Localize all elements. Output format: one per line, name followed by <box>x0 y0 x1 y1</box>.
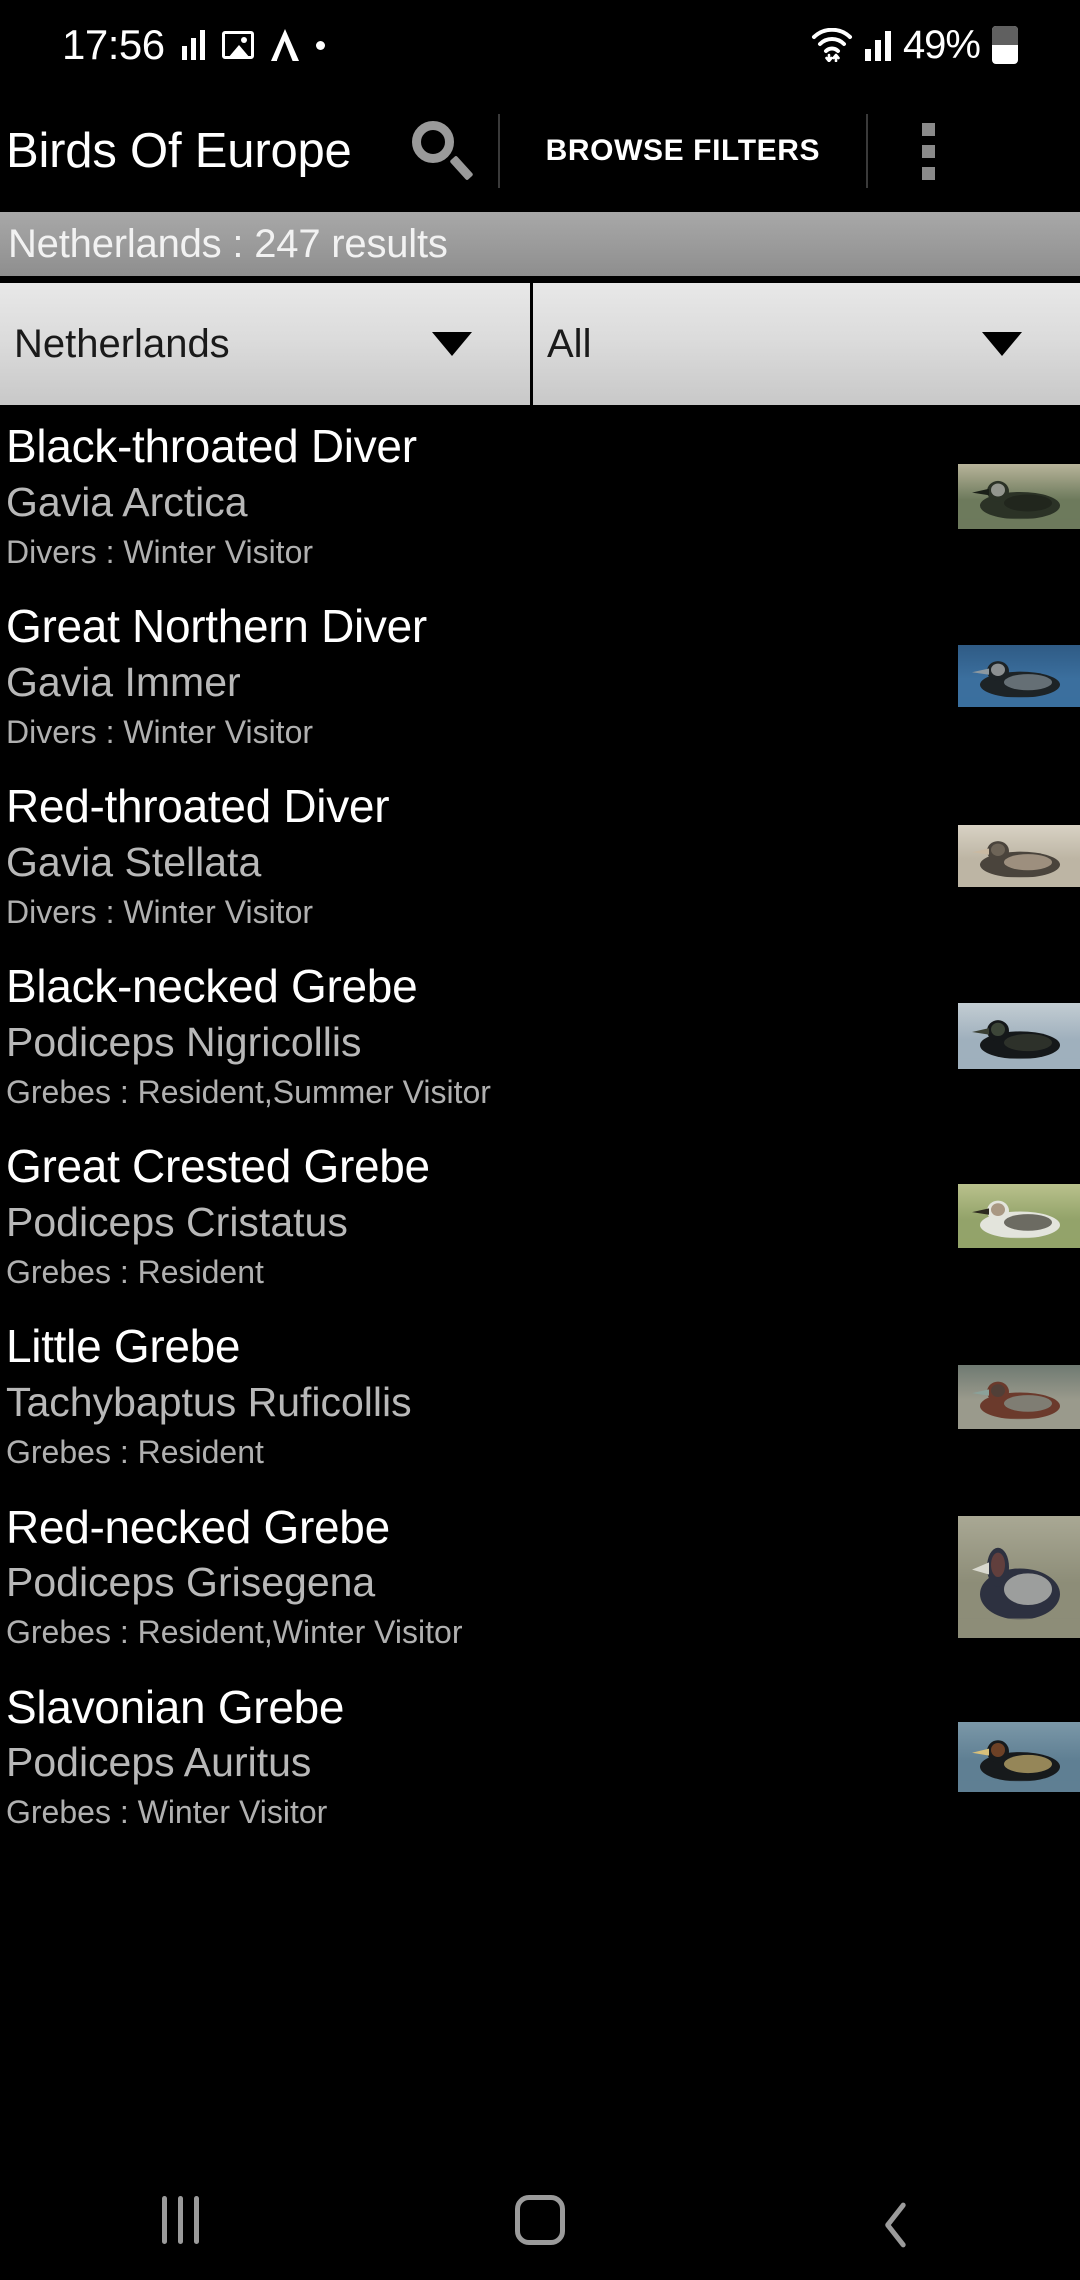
filter-row: Netherlands All <box>0 283 1080 405</box>
bird-family-status: Divers : Winter Visitor <box>6 533 314 570</box>
list-item[interactable]: Little Grebe Tachybaptus Ruficollis Grebes… <box>0 1305 1080 1485</box>
bird-family-status: Grebes : Resident,Summer Visitor <box>6 1073 491 1110</box>
photo-icon <box>221 31 254 59</box>
bird-common-name: Great Northern Diver <box>6 600 427 653</box>
bird-thumbnail-wrap <box>958 1364 1080 1429</box>
bird-common-name: Black-throated Diver <box>6 420 417 472</box>
search-button[interactable] <box>378 90 498 212</box>
recents-button[interactable] <box>0 2160 360 2280</box>
bird-latin-name: Gavia Immer <box>6 658 241 705</box>
status-bar-left: 17:56 <box>62 21 325 69</box>
android-nav-bar <box>0 2160 1080 2280</box>
browse-filters-label: BROWSE FILTERS <box>545 134 821 167</box>
country-dropdown[interactable]: Netherlands <box>0 283 530 405</box>
bird-thumbnail[interactable] <box>958 645 1080 708</box>
bird-thumbnail[interactable] <box>958 1515 1080 1638</box>
bird-family-status: Grebes : Winter Visitor <box>6 1794 328 1831</box>
list-item-text: Great Crested Grebe Podiceps Cristatus Gre… <box>6 1141 948 1291</box>
bird-latin-name: Podiceps Nigricollis <box>6 1018 362 1065</box>
bird-thumbnail-wrap <box>958 825 1080 888</box>
country-dropdown-value: Netherlands <box>14 321 230 366</box>
bird-thumbnail[interactable] <box>958 825 1080 888</box>
bird-family-status: Grebes : Resident <box>6 1254 264 1291</box>
home-icon <box>515 2195 565 2245</box>
list-item[interactable]: Red-necked Grebe Podiceps Grisegena Grebes… <box>0 1486 1080 1666</box>
dot-icon <box>315 40 325 50</box>
list-item-text: Black-necked Grebe Podiceps Nigricollis Gr… <box>6 961 948 1111</box>
bird-latin-name: Podiceps Auritus <box>6 1739 312 1786</box>
list-item-text: Red-throated Diver Gavia Stellata Divers :… <box>6 781 948 931</box>
back-icon <box>885 2196 915 2244</box>
chevron-down-icon <box>982 332 1022 356</box>
bird-common-name: Slavonian Grebe <box>6 1680 345 1733</box>
bird-latin-name: Tachybaptus Ruficollis <box>6 1378 412 1425</box>
status-time: 17:56 <box>62 21 165 68</box>
bird-thumbnail-wrap <box>958 463 1080 529</box>
category-dropdown-value: All <box>547 321 592 366</box>
bird-latin-name: Gavia Arctica <box>6 478 248 525</box>
bird-common-name: Great Crested Grebe <box>6 1140 430 1193</box>
results-bar: Netherlands : 247 results <box>0 212 1080 276</box>
app-caret-icon <box>270 29 299 61</box>
bird-common-name: Red-necked Grebe <box>6 1500 390 1553</box>
search-icon <box>406 119 474 183</box>
bird-thumbnail-wrap <box>958 1003 1080 1070</box>
bird-thumbnail-wrap <box>958 1721 1080 1792</box>
list-item-text: Slavonian Grebe Podiceps Auritus Grebes : … <box>6 1680 948 1832</box>
bird-thumbnail-wrap <box>958 1515 1080 1638</box>
bird-results-list[interactable]: Black-throated Diver Gavia Arctica Divers … <box>0 405 1080 2160</box>
bird-family-status: Divers : Winter Visitor <box>6 893 314 930</box>
list-item-text: Black-throated Diver Gavia Arctica Divers … <box>6 420 948 571</box>
list-item[interactable]: Great Crested Grebe Podiceps Cristatus Gre… <box>0 1125 1080 1305</box>
bird-latin-name: Podiceps Cristatus <box>6 1198 348 1245</box>
equalizer-icon <box>181 30 205 60</box>
bird-family-status: Grebes : Resident <box>6 1434 264 1471</box>
list-item-text: Red-necked Grebe Podiceps Grisegena Grebes… <box>6 1500 948 1652</box>
list-item[interactable]: Black-throated Diver Gavia Arctica Divers … <box>0 405 1080 585</box>
status-bar-right: 49% <box>811 23 1018 68</box>
overflow-menu-icon <box>921 122 935 180</box>
bird-thumbnail[interactable] <box>958 1184 1080 1249</box>
bird-common-name: Red-throated Diver <box>6 780 390 833</box>
list-item-text: Great Northern Diver Gavia Immer Divers : … <box>6 601 948 751</box>
bird-thumbnail-wrap <box>958 645 1080 708</box>
list-item-text: Little Grebe Tachybaptus Ruficollis Grebes… <box>6 1321 948 1471</box>
battery-icon <box>992 26 1018 64</box>
browse-filters-button[interactable]: BROWSE FILTERS <box>500 90 867 212</box>
list-item[interactable]: Red-throated Diver Gavia Stellata Divers :… <box>0 765 1080 945</box>
bird-common-name: Little Grebe <box>6 1320 241 1373</box>
app-bar: Birds Of Europe BROWSE FILTERS <box>0 90 1080 212</box>
bird-latin-name: Podiceps Grisegena <box>6 1559 376 1606</box>
list-item[interactable]: Great Northern Diver Gavia Immer Divers : … <box>0 585 1080 765</box>
status-bar: 17:56 49% <box>0 0 1080 90</box>
wifi-icon <box>811 28 853 62</box>
battery-percent-label: 49% <box>902 22 981 67</box>
bird-common-name: Black-necked Grebe <box>6 960 418 1013</box>
cell-signal-icon <box>864 29 891 61</box>
bird-latin-name: Gavia Stellata <box>6 838 262 885</box>
results-count-label: Netherlands : 247 results <box>8 221 448 266</box>
list-item[interactable]: Black-necked Grebe Podiceps Nigricollis Gr… <box>0 945 1080 1125</box>
page-title: Birds Of Europe <box>6 124 352 178</box>
bird-thumbnail[interactable] <box>958 1003 1080 1070</box>
back-button[interactable] <box>720 2160 1080 2280</box>
home-button[interactable] <box>360 2160 720 2280</box>
bird-thumbnail-wrap <box>958 1184 1080 1249</box>
chevron-down-icon <box>432 332 472 356</box>
recents-icon <box>161 2196 199 2244</box>
bird-thumbnail[interactable] <box>958 1364 1080 1429</box>
category-dropdown[interactable]: All <box>533 283 1080 405</box>
phone-screen: 17:56 49% Birds Of Europe BROWSE FILTERS… <box>0 0 1080 2280</box>
bird-family-status: Grebes : Resident,Winter Visitor <box>6 1614 463 1651</box>
list-item[interactable]: Slavonian Grebe Podiceps Auritus Grebes : … <box>0 1666 1080 1846</box>
bird-thumbnail[interactable] <box>958 463 1080 529</box>
overflow-menu-button[interactable] <box>868 90 988 212</box>
bird-family-status: Divers : Winter Visitor <box>6 713 314 750</box>
bird-thumbnail[interactable] <box>958 1721 1080 1792</box>
